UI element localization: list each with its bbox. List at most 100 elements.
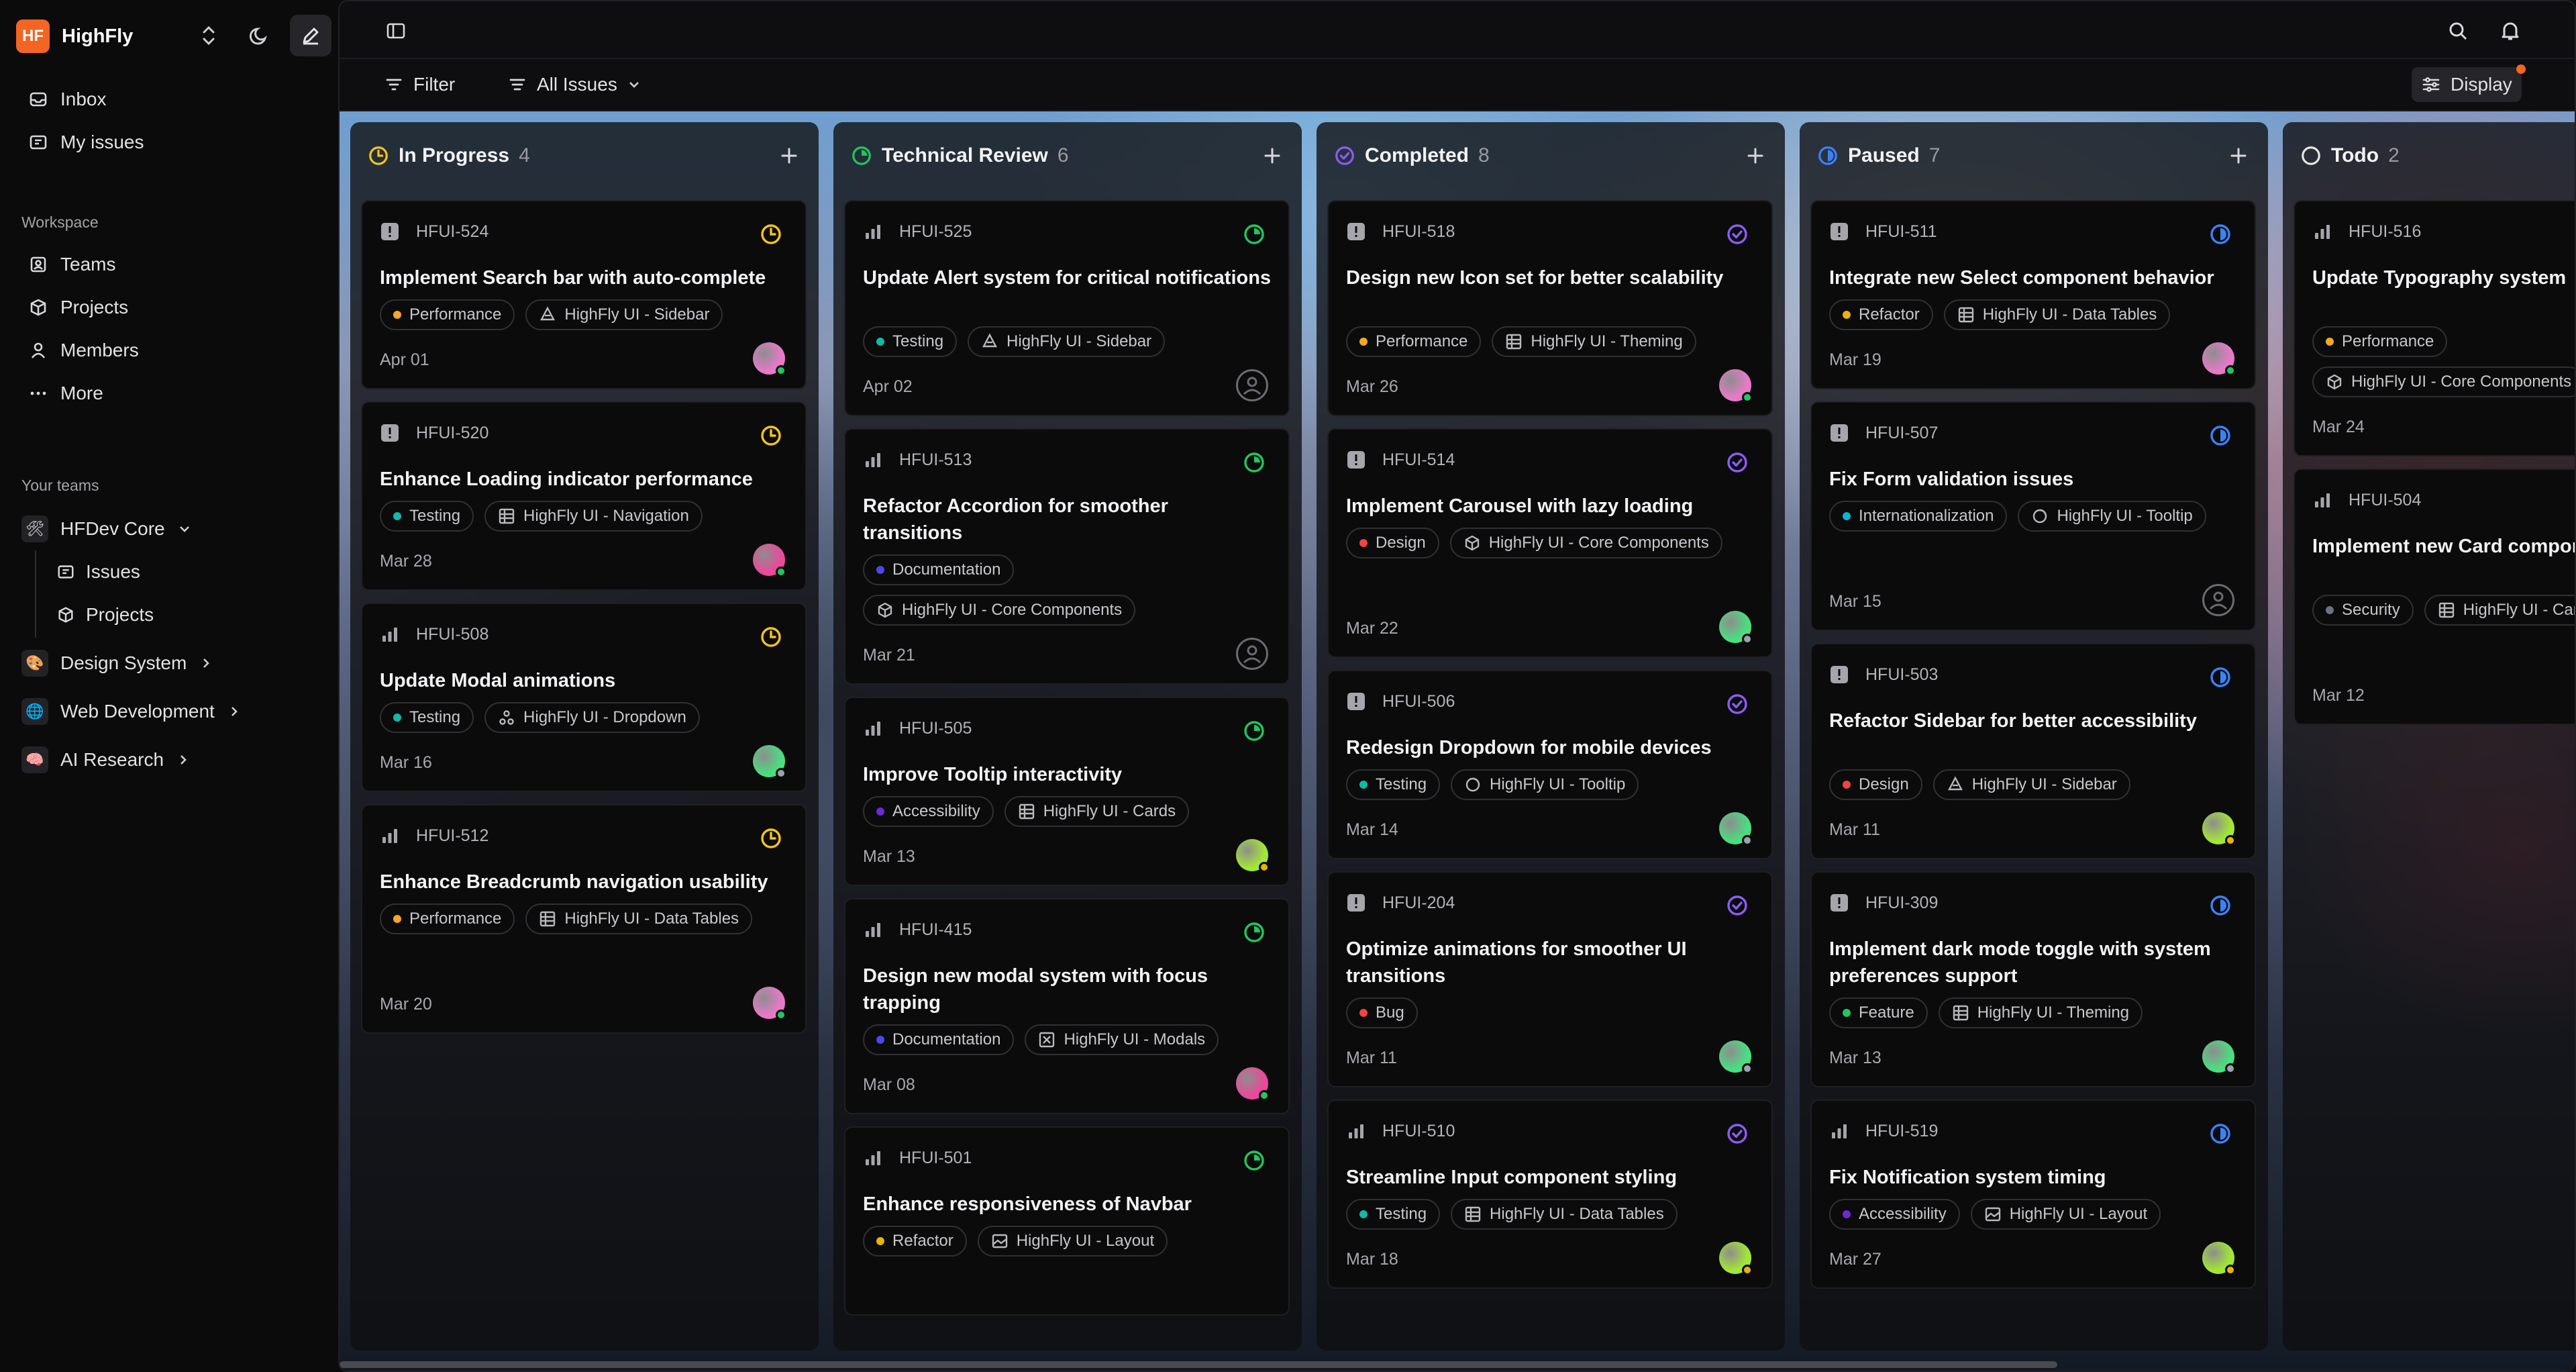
label-tag[interactable]: Testing (380, 501, 474, 532)
assignee-avatar[interactable] (753, 544, 786, 577)
status-in-progress-icon[interactable] (760, 223, 782, 246)
team-subnav-issues[interactable]: Issues (36, 550, 154, 593)
assignee-avatar[interactable] (1236, 839, 1270, 873)
issue-card[interactable]: HFUI-520 Enhance Loading indicator perfor… (361, 401, 807, 591)
label-tag[interactable]: Refactor (863, 1226, 967, 1257)
status-review-icon[interactable] (1243, 451, 1266, 474)
status-paused-icon[interactable] (2209, 894, 2232, 917)
project-tag[interactable]: HighFly UI - Navigation (484, 501, 703, 532)
assignee-avatar[interactable] (753, 342, 786, 376)
assignee-avatar[interactable] (1719, 1040, 1753, 1074)
label-tag[interactable]: Documentation (863, 554, 1015, 585)
add-issue-plus-icon[interactable] (777, 144, 801, 168)
issue-card[interactable]: HFUI-508 Update Modal animations Testing Hi… (361, 603, 807, 792)
project-tag[interactable]: HighFly UI - Layout (977, 1226, 1168, 1257)
label-tag[interactable]: Security (2312, 595, 2414, 626)
status-paused-icon[interactable] (2209, 424, 2232, 447)
label-tag[interactable]: Testing (1346, 1199, 1441, 1230)
issue-card[interactable]: HFUI-507 Fix Form validation issues Intern… (1810, 401, 2256, 631)
team-design-system[interactable]: 🎨 Design System (21, 644, 213, 682)
nav-more[interactable]: More (7, 372, 331, 415)
project-tag[interactable]: HighFly UI - Cards (1004, 796, 1190, 827)
status-completed-icon[interactable] (1726, 451, 1749, 474)
project-tag[interactable]: HighFly UI - Tooltip (2018, 501, 2206, 532)
unassigned-avatar-icon[interactable] (1236, 369, 1268, 401)
status-review-icon[interactable] (1243, 223, 1266, 246)
toggle-sidebar-button[interactable] (376, 13, 416, 48)
project-tag[interactable]: HighFly UI - Core Components (1449, 528, 1722, 558)
add-issue-plus-icon[interactable] (1260, 144, 1284, 168)
label-tag[interactable]: Feature (1829, 997, 1928, 1028)
add-issue-plus-icon[interactable] (2226, 144, 2251, 168)
project-tag[interactable]: HighFly UI - Data Tables (1451, 1199, 1678, 1230)
issue-card[interactable]: HFUI-516 Update Typography system Performa… (2294, 200, 2575, 456)
theme-toggle-moon-icon[interactable] (239, 15, 280, 56)
assignee-avatar[interactable] (2202, 342, 2236, 376)
workspace-switcher[interactable]: HF HighFly (16, 17, 133, 55)
label-tag[interactable]: Testing (863, 326, 958, 357)
label-tag[interactable]: Performance (380, 903, 515, 934)
project-tag[interactable]: HighFly UI - Layout (1970, 1199, 2161, 1230)
issue-card[interactable]: HFUI-519 Fix Notification system timing Ac… (1810, 1099, 2256, 1289)
board-horizontal-scrollbar[interactable] (340, 1361, 2057, 1368)
issue-card[interactable]: HFUI-524 Implement Search bar with auto-c… (361, 200, 807, 389)
label-tag[interactable]: Performance (2312, 326, 2448, 357)
status-review-icon[interactable] (1243, 1149, 1266, 1172)
issue-card[interactable]: HFUI-415 Design new modal system with foc… (844, 898, 1290, 1114)
project-tag[interactable]: HighFly UI - Sidebar (1933, 769, 2130, 800)
nav-my-issues[interactable]: My issues (7, 121, 331, 164)
issue-card[interactable]: HFUI-518 Design new Icon set for better s… (1327, 200, 1773, 416)
status-completed-icon[interactable] (1726, 1122, 1749, 1145)
issue-card[interactable]: HFUI-309 Implement dark mode toggle with … (1810, 871, 2256, 1087)
status-completed-icon[interactable] (1726, 894, 1749, 917)
status-paused-icon[interactable] (2209, 1122, 2232, 1145)
issue-card[interactable]: HFUI-511 Integrate new Select component b… (1810, 200, 2256, 389)
status-review-icon[interactable] (1243, 921, 1266, 944)
issue-card[interactable]: HFUI-513 Refactor Accordion for smoother … (844, 428, 1290, 685)
notifications-button[interactable] (2489, 13, 2531, 48)
status-paused-icon[interactable] (2209, 666, 2232, 689)
project-tag[interactable]: HighFly UI - Modals (1025, 1024, 1219, 1055)
issue-card[interactable]: HFUI-506 Redesign Dropdown for mobile dev… (1327, 670, 1773, 859)
label-tag[interactable]: Testing (1346, 769, 1441, 800)
label-tag[interactable]: Design (1346, 528, 1439, 558)
label-tag[interactable]: Performance (380, 299, 515, 330)
label-tag[interactable]: Accessibility (863, 796, 994, 827)
project-tag[interactable]: HighFly UI - Core Components (2312, 366, 2575, 397)
issue-card[interactable]: HFUI-504 Implement new Card component Secu… (2294, 469, 2575, 725)
team-subnav-projects[interactable]: Projects (36, 593, 154, 636)
project-tag[interactable]: HighFly UI - Tooltip (1451, 769, 1639, 800)
status-completed-icon[interactable] (1726, 223, 1749, 246)
unassigned-avatar-icon[interactable] (1236, 638, 1268, 670)
assignee-avatar[interactable] (1719, 369, 1753, 403)
nav-projects[interactable]: Projects (7, 286, 331, 329)
issue-card[interactable]: HFUI-501 Enhance responsiveness of Navbar… (844, 1126, 1290, 1316)
view-select[interactable]: All Issues (498, 67, 651, 102)
assignee-avatar[interactable] (2202, 1242, 2236, 1275)
issue-card[interactable]: HFUI-503 Refactor Sidebar for better acce… (1810, 643, 2256, 859)
project-tag[interactable]: HighFly UI - Core Components (863, 595, 1136, 626)
team-hfdev-core[interactable]: 🛠 HFDev Core (21, 510, 192, 548)
unassigned-avatar-icon[interactable] (2202, 584, 2234, 616)
project-tag[interactable]: HighFly UI - Sidebar (525, 299, 723, 330)
label-tag[interactable]: Testing (380, 702, 474, 733)
label-tag[interactable]: Performance (1346, 326, 1482, 357)
label-tag[interactable]: Refactor (1829, 299, 1933, 330)
add-issue-plus-icon[interactable] (1743, 144, 1767, 168)
project-tag[interactable]: HighFly UI - Cards (2424, 595, 2575, 626)
project-tag[interactable]: HighFly UI - Sidebar (968, 326, 1166, 357)
assignee-avatar[interactable] (753, 745, 786, 779)
label-tag[interactable]: Accessibility (1829, 1199, 1960, 1230)
assignee-avatar[interactable] (2202, 1040, 2236, 1074)
workspace-chevron-icon[interactable] (188, 15, 229, 56)
assignee-avatar[interactable] (1719, 812, 1753, 846)
issue-card[interactable]: HFUI-505 Improve Tooltip interactivity Acc… (844, 697, 1290, 886)
status-in-progress-icon[interactable] (760, 424, 782, 447)
status-review-icon[interactable] (1243, 720, 1266, 742)
assignee-avatar[interactable] (1719, 1242, 1753, 1275)
compose-pencil-icon[interactable] (290, 15, 331, 56)
issue-card[interactable]: HFUI-525 Update Alert system for critical… (844, 200, 1290, 416)
assignee-avatar[interactable] (1719, 611, 1753, 644)
display-button[interactable]: Display (2412, 64, 2526, 102)
nav-teams[interactable]: Teams (7, 243, 331, 286)
